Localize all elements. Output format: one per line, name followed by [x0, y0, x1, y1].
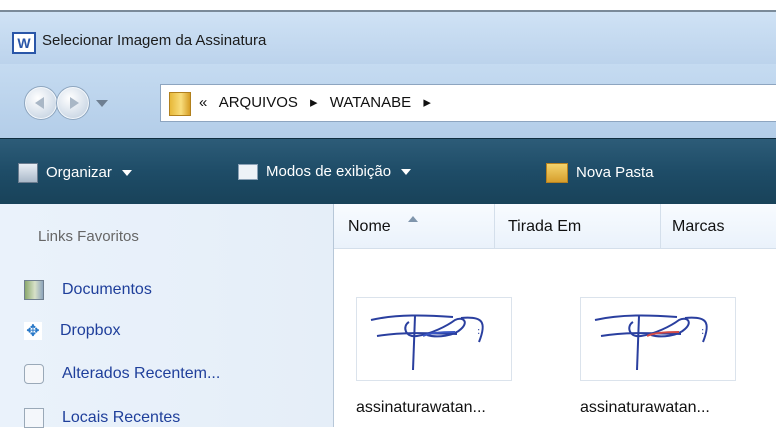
column-header-row: Nome Tirada Em Marcas: [334, 204, 776, 249]
sidebar-item-label: Dropbox: [60, 322, 121, 340]
recent-places-icon: [24, 408, 44, 428]
breadcrumb: « ARQUIVOS ▸ WATANABE ▸: [199, 93, 439, 111]
window-top-edge: [0, 0, 776, 10]
views-label: Modos de exibição: [266, 163, 392, 180]
file-name-2[interactable]: assinaturawatan...: [580, 399, 710, 417]
sidebar-item-label: Alterados Recentem...: [62, 365, 221, 383]
organize-button[interactable]: Organizar: [18, 163, 132, 183]
svg-text::: :: [701, 326, 704, 337]
file-thumbnail-2[interactable]: :: [580, 297, 736, 381]
breadcrumb-separator[interactable]: ▸: [423, 94, 431, 111]
chevron-down-icon: [121, 170, 132, 176]
file-list-pane: Nome Tirada Em Marcas : : assinaturawata…: [334, 204, 776, 427]
views-button[interactable]: Modos de exibição: [238, 163, 412, 181]
organize-icon: [18, 163, 38, 183]
back-arrow-icon: [35, 97, 44, 109]
column-divider[interactable]: [660, 204, 661, 248]
breadcrumb-arquivos[interactable]: ARQUIVOS: [219, 94, 298, 111]
column-divider[interactable]: [494, 204, 495, 248]
forward-button[interactable]: [56, 86, 90, 120]
views-icon: [238, 164, 258, 181]
folder-icon: [169, 92, 191, 116]
address-bar[interactable]: « ARQUIVOS ▸ WATANABE ▸: [160, 84, 776, 122]
file-thumbnail-1[interactable]: :: [356, 297, 512, 381]
documents-icon: [24, 280, 44, 300]
column-label: Marcas: [672, 218, 725, 235]
favorite-links-title: Links Favoritos: [38, 228, 139, 245]
sort-ascending-icon: [408, 216, 418, 222]
sidebar-item-label: Locais Recentes: [62, 409, 181, 427]
recently-changed-icon: [24, 364, 44, 384]
sidebar-item-alterados-recentemente[interactable]: Alterados Recentem...: [24, 364, 220, 384]
column-tirada-em[interactable]: Tirada Em: [508, 218, 581, 236]
new-folder-label: Nova Pasta: [576, 163, 654, 181]
favorite-links-pane: Links Favoritos Documentos ✥ Dropbox Alte…: [0, 204, 334, 428]
sidebar-item-locais-recentes[interactable]: Locais Recentes: [24, 408, 180, 428]
column-label: Tirada Em: [508, 218, 582, 235]
sidebar-item-dropbox[interactable]: ✥ Dropbox: [24, 322, 120, 340]
dropbox-icon: ✥: [24, 322, 42, 340]
column-nome[interactable]: Nome: [348, 216, 418, 236]
sidebar-item-label: Documentos: [62, 281, 152, 299]
recent-pages-dropdown[interactable]: [96, 100, 108, 107]
chevron-down-icon: [401, 169, 412, 176]
column-label: Nome: [348, 218, 391, 235]
command-toolbar: Organizar Modos de exibição Nova Pasta: [0, 138, 776, 205]
breadcrumb-overflow[interactable]: «: [199, 94, 207, 111]
column-marcas[interactable]: Marcas: [672, 218, 724, 236]
back-button[interactable]: [24, 86, 58, 120]
file-name-1[interactable]: assinaturawatan...: [356, 399, 486, 417]
title-bar[interactable]: W Selecionar Imagem da Assinatura: [0, 12, 776, 64]
signature-image: :: [594, 314, 708, 371]
window-title: Selecionar Imagem da Assinatura: [42, 32, 267, 49]
organize-label: Organizar: [46, 163, 112, 181]
forward-arrow-icon: [70, 97, 79, 109]
svg-text::: :: [477, 326, 480, 337]
breadcrumb-separator[interactable]: ▸: [310, 94, 318, 111]
word-app-icon: W: [12, 32, 36, 54]
new-folder-button[interactable]: Nova Pasta: [546, 163, 654, 183]
breadcrumb-watanabe[interactable]: WATANABE: [330, 94, 411, 111]
sidebar-item-documentos[interactable]: Documentos: [24, 280, 152, 300]
signature-image: :: [370, 314, 484, 371]
new-folder-icon: [546, 163, 568, 183]
